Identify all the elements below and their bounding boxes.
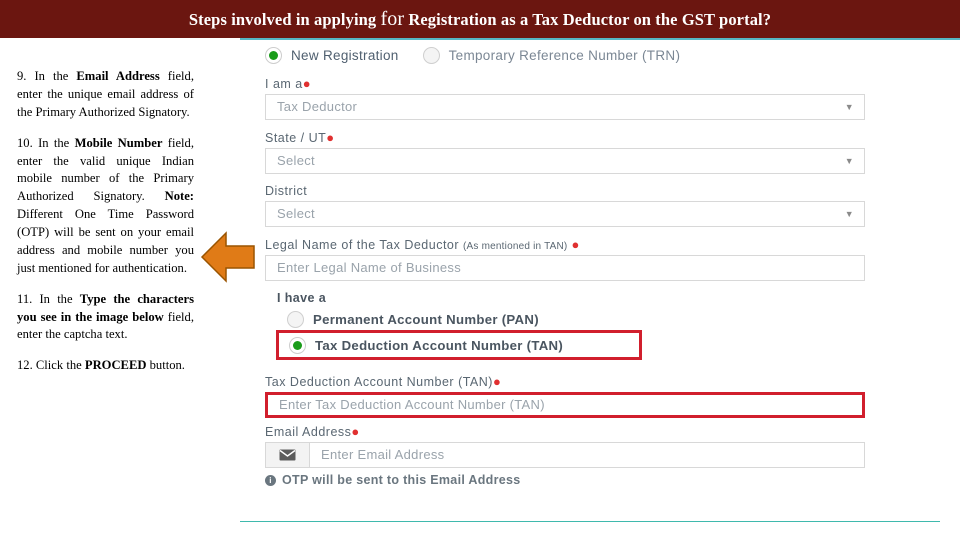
step-9-text-before: In the (26, 69, 77, 83)
info-icon: i (265, 474, 276, 486)
step-11-text-before: In the (32, 291, 80, 306)
instruction-step-10: 10. In the Mobile Number field, enter th… (17, 135, 194, 278)
radio-new-registration[interactable]: New Registration (265, 46, 399, 64)
footer-accent-line (240, 521, 940, 522)
label-state-ut-text: State / UT (265, 131, 327, 145)
label-legal-name-sublabel: (As mentioned in TAN) (463, 241, 568, 252)
select-state-ut-value: Select (277, 153, 315, 168)
label-i-am-a-text: I am a (265, 77, 303, 91)
field-legal-name: Legal Name of the Tax Deductor (As menti… (265, 237, 865, 281)
instruction-list: 9. In the Email Address field, enter the… (17, 68, 194, 375)
input-email[interactable]: Enter Email Address (309, 442, 865, 468)
page-title-part1: Steps involved in applying (188, 10, 381, 29)
step-12-bold: PROCEED (84, 358, 147, 373)
page-title-emphasis: for (380, 8, 405, 30)
radio-tan-dot[interactable] (289, 336, 306, 354)
instruction-step-11: 11. In the Type the characters you see i… (17, 291, 194, 345)
radio-tan[interactable]: Tax Deduction Account Number (TAN) (289, 334, 639, 356)
step-10-number: 10. (17, 135, 33, 150)
instruction-step-12: 12. Click the PROCEED button. (17, 357, 194, 375)
select-state-ut[interactable]: Select ▼ (265, 148, 865, 174)
radio-trn-dot[interactable] (422, 46, 440, 64)
label-email-text: Email Address (265, 425, 352, 439)
field-district: District Select ▼ (265, 184, 865, 227)
field-tan: Tax Deduction Account Number (TAN)● Ente… (265, 374, 865, 418)
input-email-placeholder: Enter Email Address (321, 447, 445, 462)
input-tan[interactable]: Enter Tax Deduction Account Number (TAN) (265, 392, 865, 418)
step-10-text-before: In the (32, 135, 75, 150)
input-email-row: Enter Email Address (265, 442, 865, 468)
label-i-have-a: I have a (277, 291, 327, 305)
radio-pan[interactable]: Permanent Account Number (PAN) (287, 308, 865, 330)
required-marker-email: ● (351, 424, 360, 439)
highlight-box-tan-radio: Tax Deduction Account Number (TAN) (276, 330, 642, 360)
required-marker-legal-name: ● (571, 237, 580, 252)
field-email: Email Address● Enter Email Address i OTP… (265, 424, 865, 487)
label-legal-name-text: Legal Name of the Tax Deductor (265, 238, 460, 252)
chevron-down-icon-state-ut[interactable]: ▼ (845, 149, 854, 173)
input-legal-name[interactable]: Enter Legal Name of Business (265, 255, 865, 281)
step-9-bold: Email Address (76, 69, 160, 83)
step-10-bold: Mobile Number (74, 135, 163, 150)
select-i-am-a-value: Tax Deductor (277, 99, 358, 114)
required-marker-tan: ● (492, 374, 502, 389)
registration-type-group: New Registration Temporary Reference Num… (265, 44, 865, 66)
label-tan-text: Tax Deduction Account Number (TAN) (265, 375, 493, 389)
radio-pan-label: Permanent Account Number (PAN) (313, 311, 539, 327)
instruction-step-9: 9. In the Email Address field, enter the… (17, 68, 194, 122)
slide-root: Steps involved in applying for Registrat… (0, 0, 960, 540)
radio-trn-label: Temporary Reference Number (TRN) (448, 47, 681, 63)
chevron-down-icon-i-am-a[interactable]: ▼ (845, 95, 854, 119)
radio-tan-label: Tax Deduction Account Number (TAN) (315, 337, 564, 353)
page-title-part2: Registration as a Tax Deductor on the GS… (404, 10, 772, 29)
page-title: Steps involved in applying for Registrat… (0, 0, 960, 38)
step-10-note-bold: Note: (164, 189, 194, 204)
otp-note-text: OTP will be sent to this Email Address (282, 473, 521, 487)
input-tan-placeholder: Enter Tax Deduction Account Number (TAN) (279, 397, 545, 412)
label-i-am-a: I am a● (265, 76, 865, 91)
step-12-text-before: Click the (32, 358, 85, 373)
label-legal-name: Legal Name of the Tax Deductor (As menti… (265, 237, 865, 252)
field-i-am-a: I am a● Tax Deductor ▼ (265, 76, 865, 120)
input-legal-name-placeholder: Enter Legal Name of Business (277, 260, 461, 275)
required-marker-state-ut: ● (326, 130, 335, 145)
chevron-down-icon-district[interactable]: ▼ (845, 202, 854, 226)
radio-new-registration-label: New Registration (291, 47, 399, 63)
select-district[interactable]: Select ▼ (265, 201, 865, 227)
label-email: Email Address● (265, 424, 865, 439)
label-state-ut: State / UT● (265, 130, 865, 145)
label-district: District (265, 184, 308, 198)
step-10-note-text: Different One Time Password (OTP) will b… (17, 207, 194, 275)
select-district-value: Select (277, 206, 315, 221)
radio-new-registration-dot[interactable] (265, 46, 282, 64)
orange-left-arrow-icon (200, 231, 255, 283)
step-12-text-after: button. (146, 358, 185, 373)
radio-temporary-reference-number[interactable]: Temporary Reference Number (TRN) (422, 46, 681, 64)
required-marker-i-am-a: ● (302, 76, 312, 91)
step-11-number: 11. (17, 291, 33, 306)
field-state-ut: State / UT● Select ▼ (265, 130, 865, 174)
otp-note: i OTP will be sent to this Email Address (265, 473, 865, 487)
select-i-am-a[interactable]: Tax Deductor ▼ (265, 94, 865, 120)
step-12-number: 12. (17, 358, 33, 373)
field-i-have-a: I have a Permanent Account Number (PAN) … (265, 291, 865, 360)
gst-registration-form: New Registration Temporary Reference Num… (265, 44, 865, 487)
envelope-icon (265, 442, 309, 468)
radio-pan-dot[interactable] (287, 310, 304, 328)
label-tan: Tax Deduction Account Number (TAN)● (265, 374, 865, 389)
header-accent-line (240, 38, 960, 40)
